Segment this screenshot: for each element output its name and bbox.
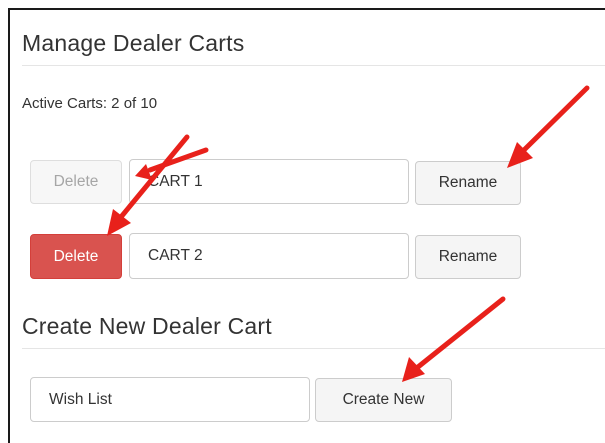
rename-cart-2-button[interactable]: Rename <box>415 235 521 279</box>
rename-cart-1-button[interactable]: Rename <box>415 161 521 205</box>
cart-1-name-input[interactable] <box>129 159 409 204</box>
heading-divider <box>22 65 605 66</box>
delete-cart-2-button[interactable]: Delete <box>30 234 122 279</box>
delete-cart-1-button[interactable]: Delete <box>30 160 122 204</box>
new-cart-name-input[interactable] <box>30 377 310 422</box>
cart-2-name-input[interactable] <box>129 233 409 279</box>
create-heading-divider <box>22 348 605 349</box>
create-cart-heading: Create New Dealer Cart <box>22 313 272 339</box>
create-new-button[interactable]: Create New <box>315 378 452 422</box>
active-carts-count: Active Carts: 2 of 10 <box>22 95 158 112</box>
manage-carts-heading: Manage Dealer Carts <box>22 30 245 56</box>
